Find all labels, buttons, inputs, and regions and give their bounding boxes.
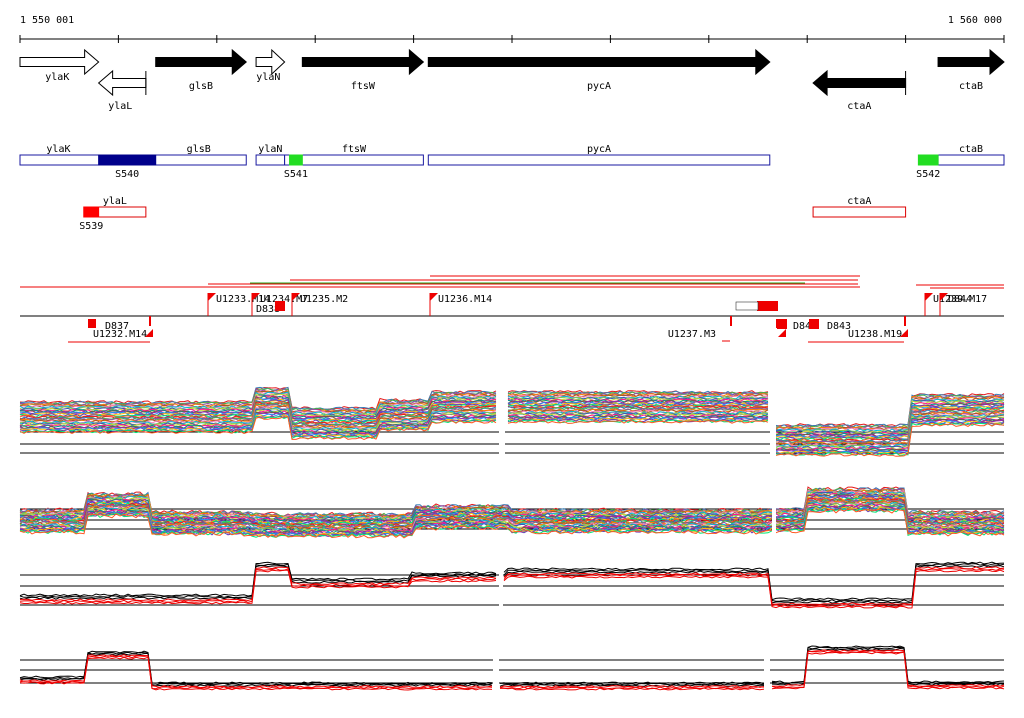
segment-label: S539 [79,221,103,232]
gene-arrow-ylaL [97,69,147,97]
feature-tick [730,316,732,326]
gene-label: ctaB [959,81,983,92]
segment-marker-S541 [289,154,303,166]
panel-gap [499,551,503,619]
expression-panel-3 [19,551,1005,619]
gene-label: pycA [587,81,611,92]
expression-profile-line [19,564,1005,604]
panel-gap [770,391,776,464]
feature-flag-icon [430,293,438,301]
panel-gap [772,471,776,549]
segment-marker-S542 [917,154,939,166]
segment-box-label: ylaL [103,196,127,207]
feature-box-icon [777,319,787,329]
gene-arrow-ftsW [301,48,425,76]
coordinate-end-label: 1 560 000 [948,15,1002,26]
gene-arrow-ctaB [937,48,1005,76]
gene-arrow-ylaN [255,48,286,76]
segment-box-label: ctaB [959,144,983,155]
segment-label: S542 [916,169,940,180]
feature-box-icon [275,301,285,311]
segment-box [812,206,907,218]
feature-tick [149,316,151,326]
feature-box-icon [88,319,96,328]
gene-arrow-ctaA [812,69,907,97]
segment-marker-S539 [83,206,100,218]
expression-panel-4 [19,636,1005,704]
expression-profile-line [19,647,1005,687]
expression-profile-line [19,649,1005,689]
expression-profile-line [19,563,1005,603]
feature-label: U1238.M19 [848,329,902,340]
feature-flag-icon [778,329,786,337]
segment-box-label: ylaN [258,144,282,155]
segment-label: S540 [115,169,139,180]
feature-flag-icon [925,293,933,301]
segment-box [284,154,424,166]
gene-label: ylaN [256,72,280,83]
gene-label: ylaL [108,101,132,112]
feature-label: D844 [948,294,972,305]
segment-box-label: ylaK [46,144,70,155]
gene-arrow-ylaK [19,48,100,76]
panel-gap [764,636,770,704]
expression-profile-line [20,646,1005,686]
gene-arrow-glsB [155,48,248,76]
expression-profile-line [19,561,1005,601]
segment-box [937,154,1005,166]
feature-box-icon [757,301,778,311]
segment-box [255,154,286,166]
segment-box-label: ftsW [342,144,367,155]
expression-panel-1 [19,386,1005,464]
panel-gap [493,636,499,704]
genome-browser-svg: 1 550 001 1 560 000 ylaK ylaL glsB ylaN ftsW… [19,15,1005,704]
segment-label: S541 [284,169,308,180]
segment-box [427,154,771,166]
segment-box-label: glsB [187,144,211,155]
gene-label: ylaK [45,72,69,83]
feature-flag-icon [208,293,216,301]
expression-profile-panels [19,386,1005,704]
segment-box-label: ctaA [847,196,871,207]
segment-track: ylaK glsB ylaN ftsW pycA ctaB S540 S541 S542 ylaL… [19,144,1005,232]
genome-browser-view: 1 550 001 1 560 000 ylaK ylaL glsB ylaN ftsW… [0,0,1024,714]
feature-label: U1235.M2 [300,294,348,305]
feature-label: U1237.M3 [668,329,716,340]
segment-box-label: pycA [587,144,611,155]
gene-arrow-pycA [427,48,771,76]
coordinate-ruler [19,35,1005,43]
feature-tick [904,316,906,326]
feature-label: U1236.M14 [438,294,492,305]
gene-label: glsB [189,81,213,92]
feature-track: U1233.M14U1234.M7D838U1235.M2 U1236.M14D8… [20,275,1004,343]
gene-label: ctaA [847,101,871,112]
feature-label: U1232.M14 [93,329,147,340]
panel-gap [499,391,505,464]
segment-marker-S540 [98,154,157,166]
feature-box-icon [809,319,819,329]
feature-cluster-box [735,301,759,311]
gene-annotation-track: ylaK ylaL glsB ylaN ftsW pycA ctaA ctaB [19,48,1005,112]
gene-label: ftsW [351,81,376,92]
expression-panel-2 [19,471,1005,549]
coordinate-start-label: 1 550 001 [20,15,74,26]
